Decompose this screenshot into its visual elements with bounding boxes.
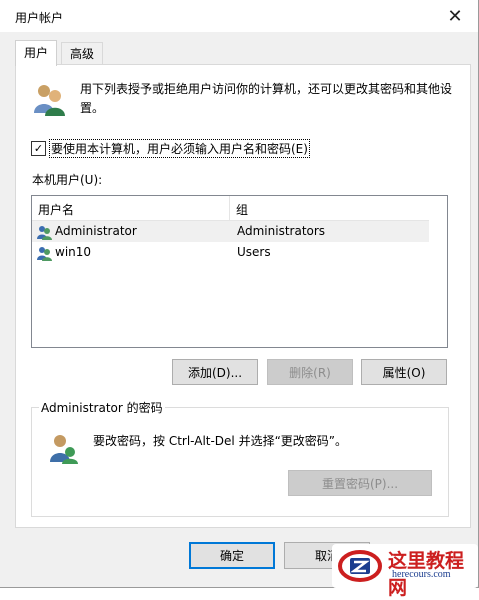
user-group: Administrators (237, 224, 326, 238)
column-header-username[interactable]: 用户名 (38, 201, 74, 218)
checkmark-icon: ✓ (33, 142, 44, 155)
user-name: win10 (55, 245, 92, 259)
window-title: 用户帐户 (15, 11, 64, 25)
users-list-header: 用户名 组 (32, 196, 429, 221)
watermark: 这里教程网 herecours.com (332, 544, 478, 599)
close-button[interactable]: ✕ (432, 0, 478, 32)
require-password-label[interactable]: 要使用本计算机，用户必须输入用户名和密码(E) (49, 139, 310, 158)
close-icon: ✕ (447, 5, 463, 27)
watermark-url: herecours.com (392, 569, 451, 580)
add-user-button-label: 添加(D)... (187, 365, 243, 380)
user-row[interactable]: Administrator Administrators (32, 221, 429, 242)
user-icon (37, 226, 52, 240)
user-icon (37, 247, 52, 261)
ok-button-label: 确定 (219, 549, 244, 563)
users-list[interactable]: 用户名 组 Administrator Administrators win10… (31, 195, 448, 348)
column-header-group[interactable]: 组 (236, 201, 248, 218)
user-row[interactable]: win10 Users (32, 242, 429, 263)
remove-user-button-label: 删除(R) (289, 365, 331, 380)
password-groupbox: Administrator 的密码 要改密码，按 Ctrl-Alt-Del 并选… (31, 399, 449, 517)
user-group: Users (237, 245, 271, 259)
users-description: 用下列表授予或拒绝用户访问你的计算机，还可以更改其密码和其他设置。 (80, 82, 453, 115)
reset-password-button-label: 重置密码(P)... (321, 476, 399, 491)
properties-button-label: 属性(O) (382, 365, 426, 380)
users-icon (34, 85, 65, 116)
require-password-row[interactable]: ✓ 要使用本计算机，用户必须输入用户名和密码(E) (31, 139, 310, 158)
tab-advanced[interactable]: 高级 (61, 42, 104, 65)
user-password-icon (50, 435, 78, 464)
column-divider[interactable] (229, 196, 230, 220)
require-password-checkbox[interactable]: ✓ (31, 141, 46, 156)
title-bar: 用户帐户 ✕ (0, 0, 478, 32)
user-accounts-window: 用户帐户 ✕ 用户 高级 用下列表授予或拒绝用户访问你的计算机，还可以更改其密码… (0, 0, 479, 599)
user-name: Administrator (55, 224, 137, 238)
watermark-logo-icon (338, 550, 382, 582)
users-tab-panel: 用下列表授予或拒绝用户访问你的计算机，还可以更改其密码和其他设置。 ✓ 要使用本… (15, 64, 471, 528)
remove-user-button[interactable]: 删除(R) (267, 359, 353, 385)
reset-password-button[interactable]: 重置密码(P)... (288, 470, 432, 496)
password-instructions: 要改密码，按 Ctrl-Alt-Del 并选择“更改密码”。 (93, 434, 348, 448)
tab-advanced-label: 高级 (70, 47, 95, 61)
tab-users[interactable]: 用户 (15, 40, 58, 66)
add-user-button[interactable]: 添加(D)... (172, 359, 258, 385)
ok-button[interactable]: 确定 (189, 542, 275, 569)
tab-users-label: 用户 (24, 46, 49, 60)
password-groupbox-title: Administrator 的密码 (39, 399, 165, 416)
properties-button[interactable]: 属性(O) (361, 359, 447, 385)
local-users-label: 本机用户(U): (32, 173, 103, 187)
